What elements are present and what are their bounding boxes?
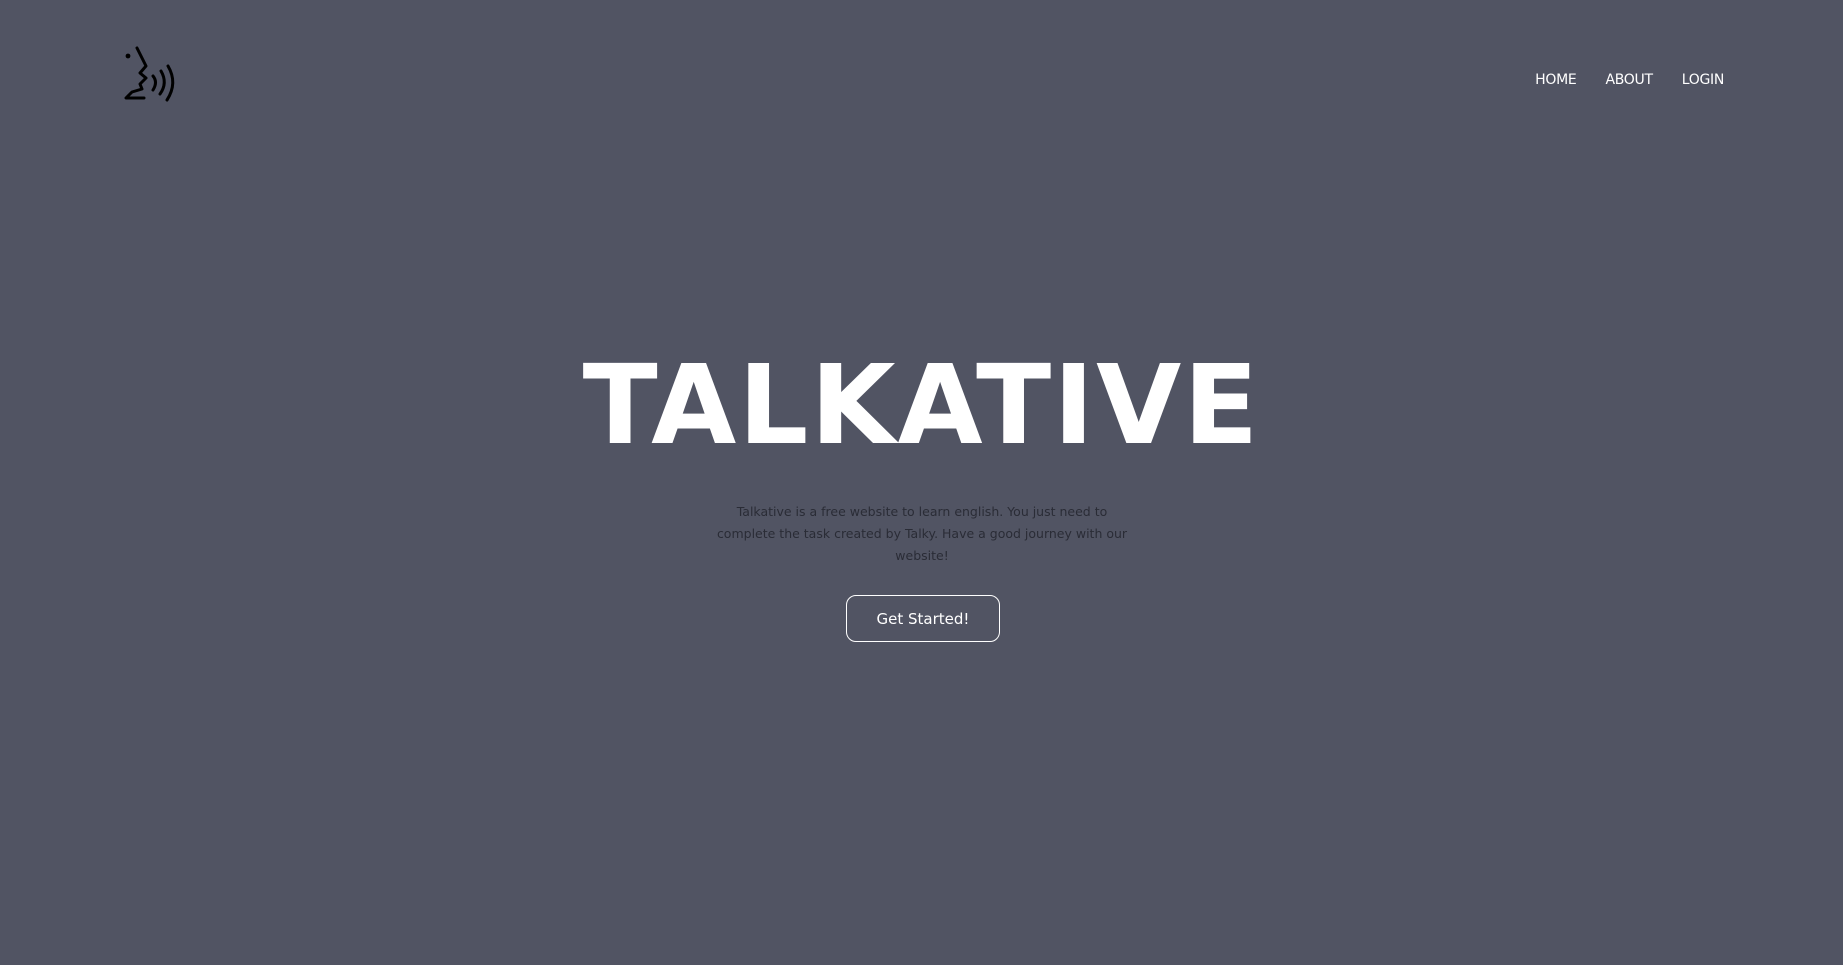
get-started-button[interactable]: Get Started! xyxy=(846,595,1000,642)
nav-home-link[interactable]: HOME xyxy=(1535,72,1577,88)
hero-title: TALKATIVE xyxy=(582,341,1261,469)
nav-login-link[interactable]: LOGIN xyxy=(1682,72,1725,88)
nav-about-link[interactable]: ABOUT xyxy=(1605,72,1653,88)
hero-description: Talkative is a free website to learn eng… xyxy=(716,504,1128,563)
speaking-head-icon[interactable] xyxy=(122,46,180,110)
main-nav: HOME ABOUT LOGIN xyxy=(1535,72,1724,88)
